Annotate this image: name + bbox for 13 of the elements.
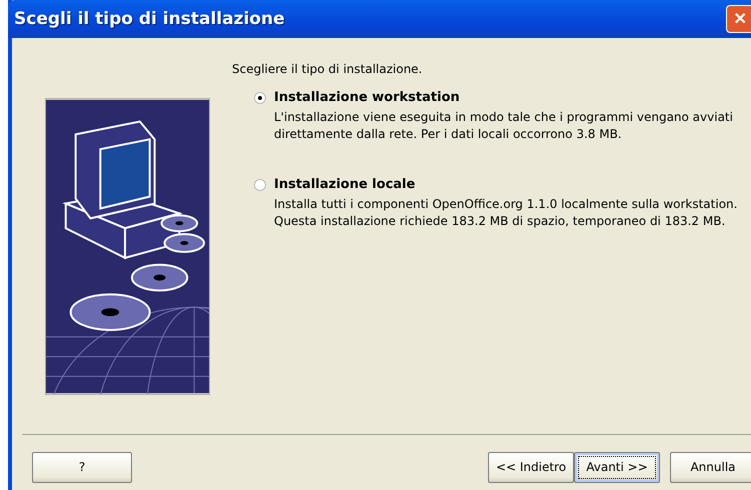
radio-button[interactable] [254,178,266,190]
nav-button[interactable]: << Indietro [488,452,574,482]
instruction-text: Scegliere il tipo di installazione. [232,62,424,76]
close-button[interactable]: ✕ [726,5,751,33]
cancel-button[interactable]: Annulla [670,452,751,482]
window-title: Scegli il tipo di installazione [14,9,285,29]
option-description: Installa tutti i componenti OpenOffice.org 1.1.0 localmente sulla workstation. Questa installazione richiede 183.2 MB di spazio, temporaneo di 183.2 MB. [274,196,738,230]
option-description: L'installazione viene eseguita in modo tale che i programmi vengano avviati direttamente dalla rete. Per i dati locali occorrono 3.8 MB. [274,109,734,143]
nav-button[interactable]: Avanti >> [574,452,660,482]
radio-button[interactable] [254,92,266,104]
option-label[interactable]: Installazione workstation [274,90,460,105]
option-label[interactable]: Installazione locale [274,177,416,192]
help-button[interactable]: ? [32,452,132,482]
